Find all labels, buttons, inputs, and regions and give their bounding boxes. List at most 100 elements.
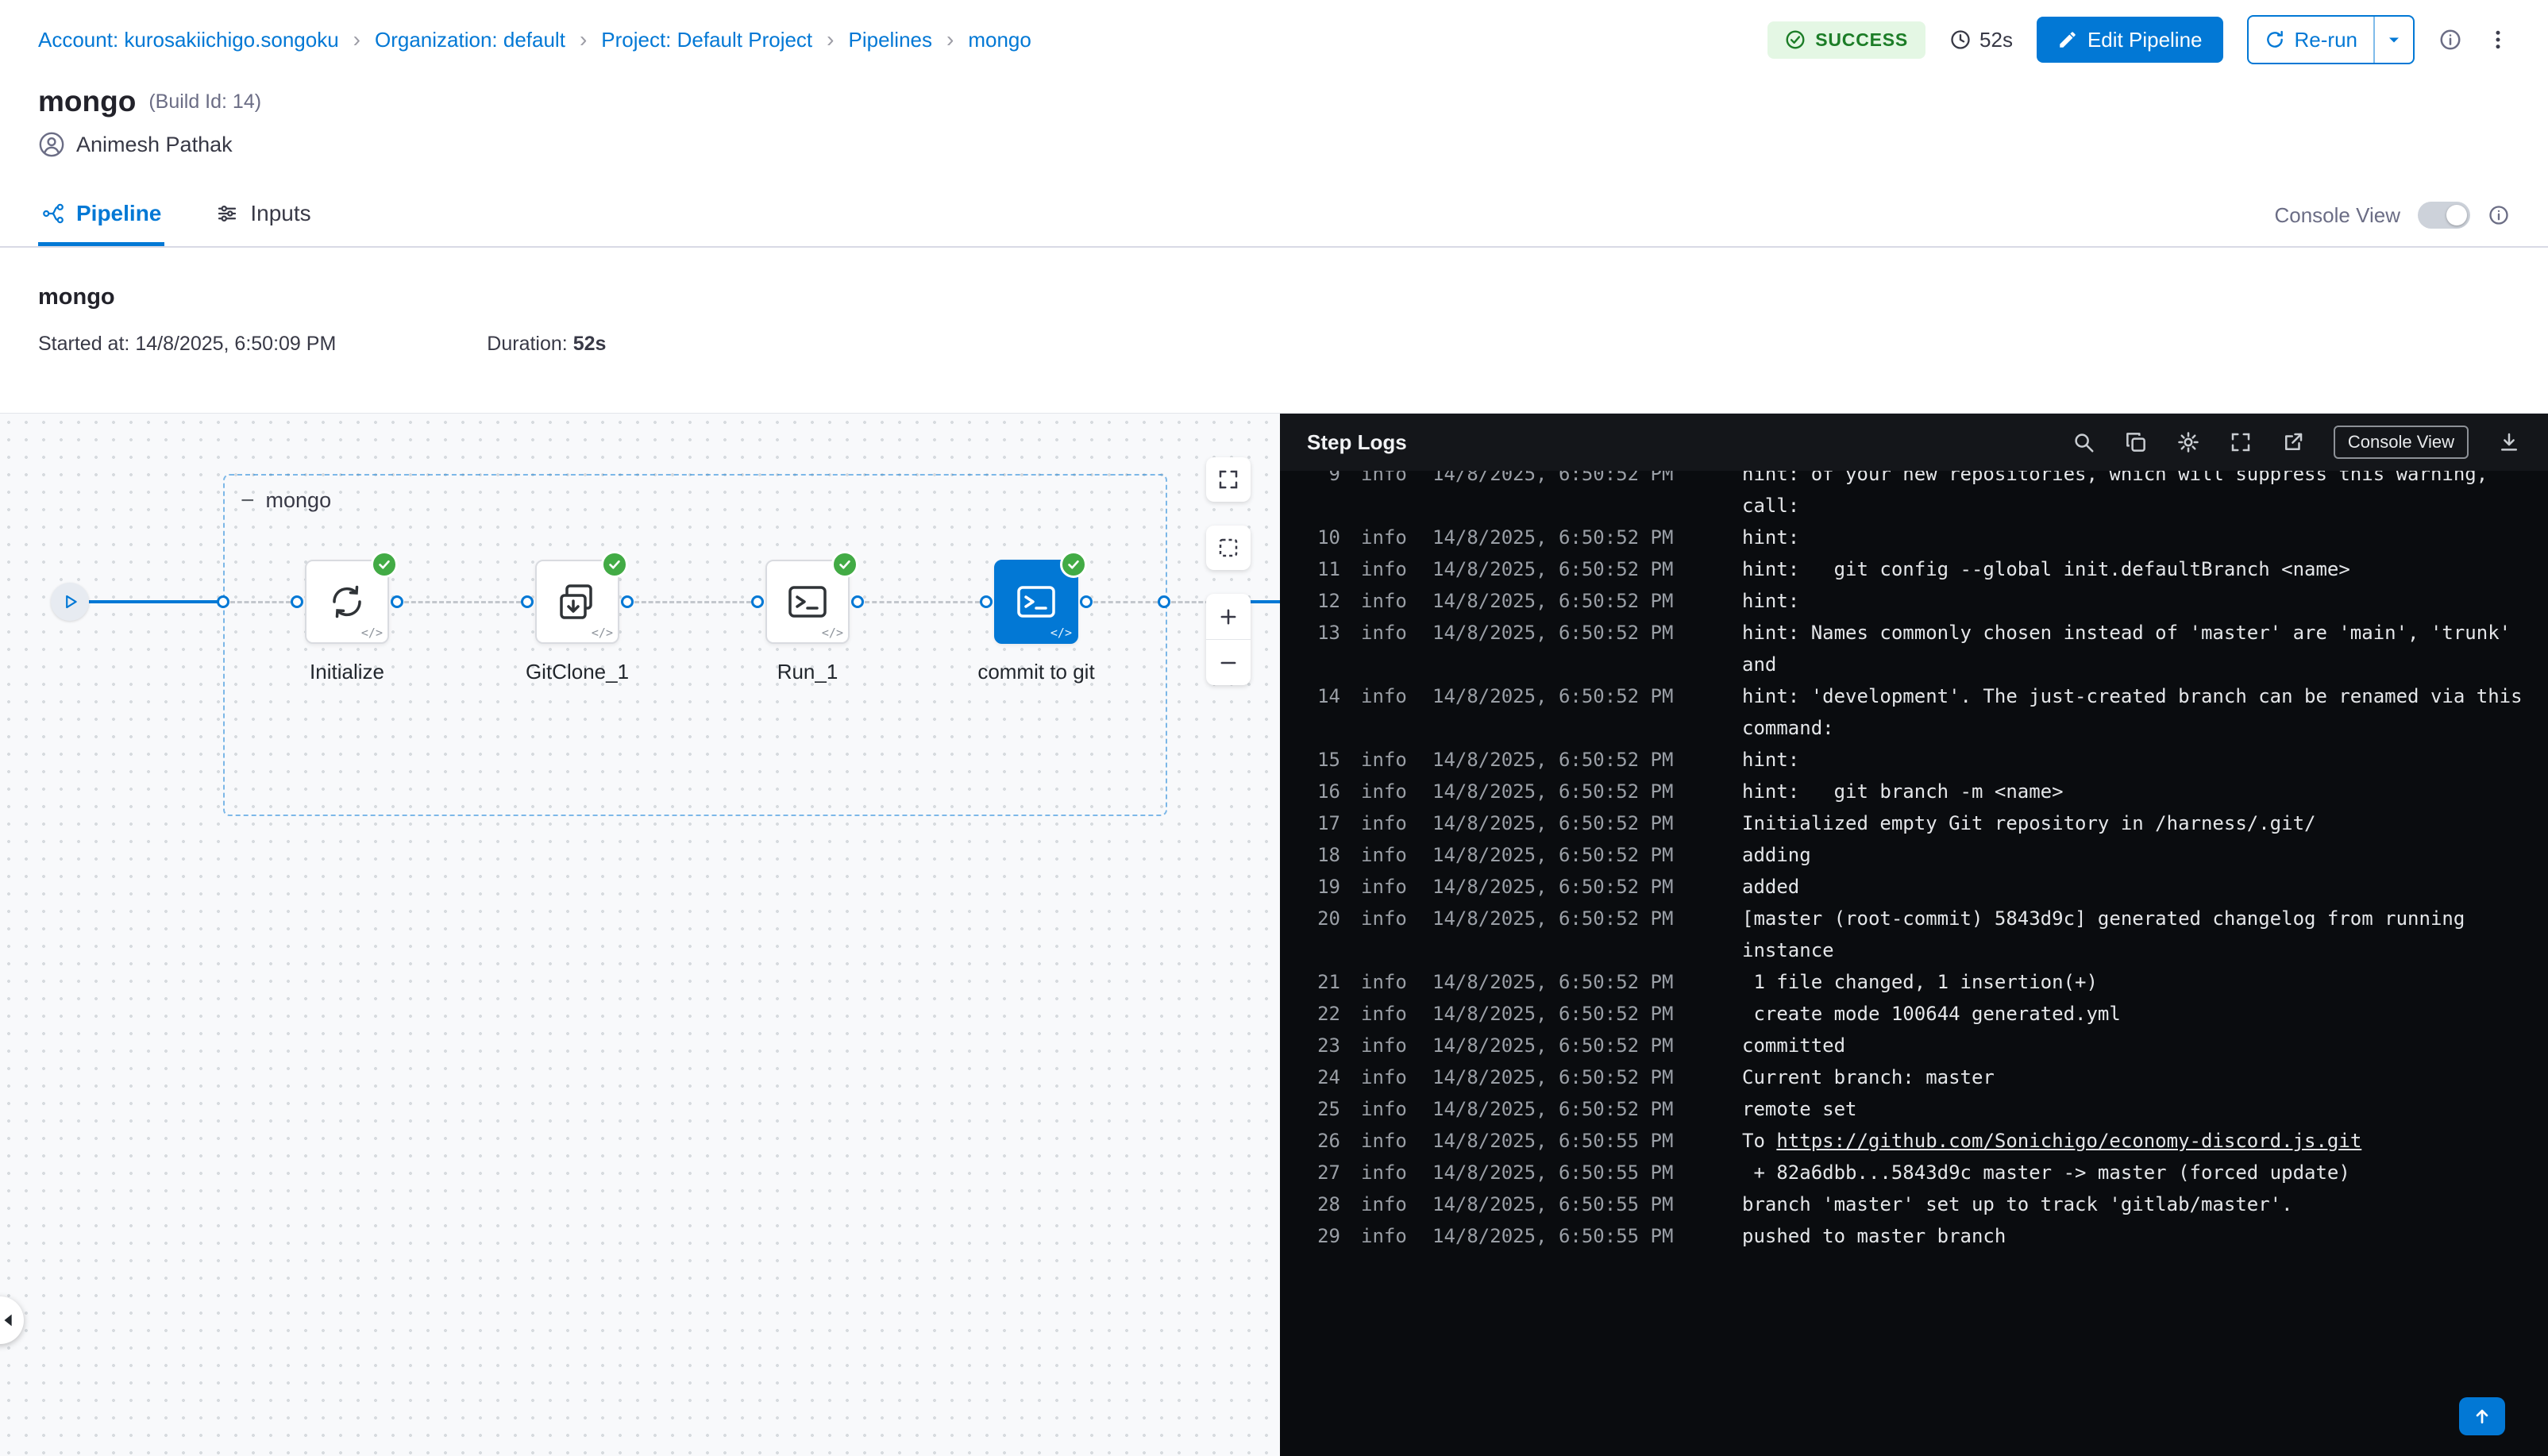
log-row: 18info14/8/2025, 6:50:52 PMadding: [1301, 839, 2535, 871]
download-icon[interactable]: [2497, 430, 2521, 454]
log-level: info: [1361, 553, 1418, 585]
log-timestamp: 14/8/2025, 6:50:55 PM: [1432, 1125, 1675, 1157]
breadcrumb-separator: ›: [580, 29, 587, 51]
tab-inputs[interactable]: Inputs: [212, 184, 314, 246]
step-node-label: commit to git: [977, 660, 1094, 684]
canvas-select-button[interactable]: [1206, 526, 1251, 570]
top-bar: Account: kurosakiichigo.songoku › Organiza…: [0, 0, 2548, 79]
log-level: info: [1361, 1093, 1418, 1125]
step-logs-header: Step Logs: [1280, 414, 2548, 471]
log-message: hint: 'development'. The just-created br…: [1742, 680, 2523, 744]
success-check-icon: [1060, 551, 1087, 578]
arrow-up-icon: [2472, 1406, 2492, 1427]
play-icon: [60, 591, 80, 612]
step-node-initialize[interactable]: </> Initialize: [260, 560, 434, 684]
info-icon[interactable]: [2438, 28, 2462, 52]
stage-label: mongo: [266, 488, 332, 513]
nav-expander-button[interactable]: [0, 1296, 24, 1344]
toggle-knob: [2446, 205, 2467, 225]
log-row: 27info14/8/2025, 6:50:55 PM + 82a6dbb...…: [1301, 1157, 2535, 1188]
log-timestamp: 14/8/2025, 6:50:52 PM: [1432, 807, 1675, 839]
step-logs-panel: Step Logs: [1280, 414, 2548, 1456]
step-node-gitclone[interactable]: </> GitClone_1: [490, 560, 665, 684]
log-message: remote set: [1742, 1093, 1857, 1125]
step-logs-title: Step Logs: [1307, 430, 1407, 455]
log-level: info: [1361, 1188, 1418, 1220]
log-row: 12info14/8/2025, 6:50:52 PMhint:: [1301, 585, 2535, 617]
edit-pipeline-button[interactable]: Edit Pipeline: [2037, 17, 2223, 63]
rerun-button[interactable]: Re-run: [2247, 15, 2415, 64]
log-timestamp: 14/8/2025, 6:50:52 PM: [1432, 839, 1675, 871]
log-row: 25info14/8/2025, 6:50:52 PMremote set: [1301, 1093, 2535, 1125]
step-node-label: Run_1: [777, 660, 838, 684]
scroll-to-top-button[interactable]: [2459, 1397, 2505, 1435]
status-badge: SUCCESS: [1767, 21, 1925, 59]
log-row: 19info14/8/2025, 6:50:52 PMadded: [1301, 871, 2535, 903]
zoom-out-button[interactable]: [1206, 640, 1251, 685]
log-row: 11info14/8/2025, 6:50:52 PMhint: git con…: [1301, 553, 2535, 585]
log-level: info: [1361, 903, 1418, 934]
rerun-label: Re-run: [2295, 28, 2357, 52]
breadcrumb-item[interactable]: mongo: [968, 28, 1031, 52]
log-line-number: 14: [1301, 680, 1340, 712]
gear-icon[interactable]: [2176, 430, 2200, 454]
success-check-icon: [601, 551, 628, 578]
tab-bar: Pipeline Inputs Console View: [0, 184, 2548, 248]
fullscreen-icon: [1216, 468, 1240, 491]
copy-icon[interactable]: [2124, 430, 2148, 454]
success-check-icon: [831, 551, 858, 578]
step-node-commit-to-git[interactable]: </> commit to git: [949, 560, 1124, 684]
console-view-button[interactable]: Console View: [2334, 426, 2469, 459]
breadcrumb-item[interactable]: Project: Default Project: [601, 28, 812, 52]
connector-dot[interactable]: [217, 595, 229, 608]
console-view-toggle[interactable]: [2418, 202, 2470, 229]
open-in-new-icon[interactable]: [2281, 430, 2305, 454]
plus-icon: [1217, 606, 1239, 628]
edit-pipeline-label: Edit Pipeline: [2087, 28, 2203, 52]
log-level: info: [1361, 807, 1418, 839]
console-view-label: Console View: [2274, 203, 2400, 228]
log-level: info: [1361, 617, 1418, 649]
step-node-run[interactable]: </> Run_1: [720, 560, 895, 684]
log-row: 17info14/8/2025, 6:50:52 PMInitialized e…: [1301, 807, 2535, 839]
pipeline-canvas[interactable]: − mongo: [0, 414, 1280, 1456]
zoom-in-button[interactable]: [1206, 594, 1251, 639]
fullscreen-icon[interactable]: [2229, 430, 2253, 454]
log-line-number: 24: [1301, 1061, 1340, 1093]
log-level: info: [1361, 1157, 1418, 1188]
rerun-caret-icon[interactable]: [2375, 30, 2413, 49]
author: Animesh Pathak: [0, 124, 2548, 165]
success-check-icon: [371, 551, 398, 578]
connector-dot[interactable]: [1158, 595, 1170, 608]
log-message: Initialized empty Git repository in /har…: [1742, 807, 2315, 839]
log-line-number: 27: [1301, 1157, 1340, 1188]
collapse-stage-icon[interactable]: −: [241, 489, 255, 513]
log-message: hint: git config --global init.defaultBr…: [1742, 553, 2350, 585]
breadcrumb-item[interactable]: Account: kurosakiichigo.songoku: [38, 28, 339, 52]
canvas-fullscreen-button[interactable]: [1206, 457, 1251, 502]
pipeline-execution-page: Account: kurosakiichigo.songoku › Organiza…: [0, 0, 2548, 1456]
breadcrumb-item[interactable]: Organization: default: [375, 28, 565, 52]
log-message: branch 'master' set up to track 'gitlab/…: [1742, 1188, 2293, 1220]
author-name: Animesh Pathak: [76, 133, 233, 157]
tab-pipeline[interactable]: Pipeline: [38, 184, 164, 246]
log-line-number: 12: [1301, 585, 1340, 617]
code-badge: </>: [822, 626, 843, 640]
log-timestamp: 14/8/2025, 6:50:55 PM: [1432, 1157, 1675, 1188]
log-level: info: [1361, 1125, 1418, 1157]
console-view-info-icon[interactable]: [2488, 204, 2510, 226]
breadcrumb-item[interactable]: Pipelines: [848, 28, 932, 52]
log-line-number: 13: [1301, 617, 1340, 649]
log-message: Current branch: master: [1742, 1061, 1995, 1093]
log-timestamp: 14/8/2025, 6:50:55 PM: [1432, 1220, 1675, 1252]
pipeline-start-node[interactable]: [51, 583, 89, 621]
more-options-icon[interactable]: [2486, 28, 2510, 52]
duration-text: 52s: [1979, 28, 2013, 52]
search-icon[interactable]: [2072, 430, 2095, 454]
breadcrumb-separator: ›: [946, 29, 954, 51]
log-list[interactable]: 9info14/8/2025, 6:50:52 PMhint: of your …: [1280, 471, 2548, 1456]
minus-icon: [1217, 652, 1239, 674]
log-link[interactable]: https://github.com/Sonichigo/economy-dis…: [1776, 1130, 2361, 1152]
log-level: info: [1361, 839, 1418, 871]
tab-pipeline-label: Pipeline: [76, 201, 161, 226]
